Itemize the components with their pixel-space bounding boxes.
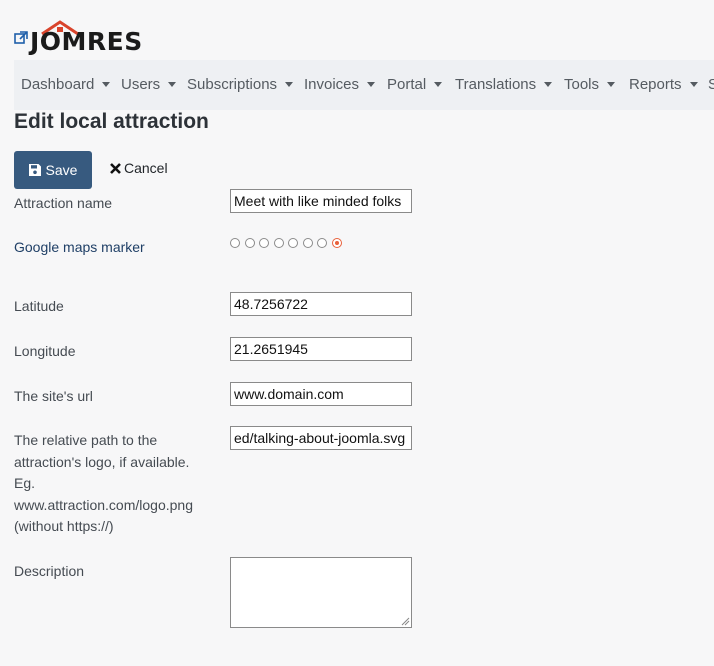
cancel-button-label: Cancel [124, 160, 168, 176]
latitude-input[interactable]: 48.7256722 [230, 292, 412, 316]
cancel-button[interactable]: Cancel [110, 160, 168, 176]
marker-radio-6[interactable] [302, 238, 313, 248]
page-title: Edit local attraction [14, 110, 209, 133]
nav-item-dashboard[interactable]: Dashboard [21, 76, 111, 94]
marker-radio-7[interactable] [317, 238, 327, 248]
caret-down-icon [285, 82, 294, 87]
caret-down-icon [102, 82, 111, 87]
google-maps-marker-label[interactable]: Google maps marker [14, 237, 214, 259]
brand-header: JOMRES [14, 20, 184, 56]
resize-handle-icon[interactable] [400, 616, 410, 626]
nav-item-invoices[interactable]: Invoices [304, 76, 376, 94]
marker-radio-4[interactable] [273, 238, 284, 248]
nav-item-subscriptions[interactable]: Subscriptions [187, 76, 294, 94]
nav-label: Users [121, 76, 161, 93]
close-icon [110, 162, 121, 174]
save-button[interactable]: Save [14, 151, 92, 189]
main-navbar: Dashboard Users Subscriptions Invoices P… [14, 60, 714, 110]
caret-down-icon [367, 82, 376, 87]
nav-item-tools[interactable]: Tools [564, 76, 616, 94]
marker-radio-2[interactable] [244, 238, 255, 248]
description-label: Description [14, 563, 85, 579]
caret-down-icon [607, 82, 616, 87]
attraction-name-input[interactable]: Meet with like minded folks [230, 189, 412, 213]
map-marker-radio-group [230, 238, 342, 250]
nav-label: S [708, 76, 714, 93]
caret-down-icon [544, 82, 553, 87]
nav-item-users[interactable]: Users [121, 76, 177, 94]
nav-item-overflow[interactable]: S [708, 76, 714, 94]
marker-radio-3[interactable] [259, 238, 269, 248]
marker-radio-8-selected[interactable] [331, 238, 342, 248]
save-button-label: Save [45, 162, 78, 178]
caret-down-icon [168, 82, 177, 87]
logo-text: JOMRES [30, 27, 143, 56]
attraction-name-label: Attraction name [14, 195, 113, 211]
nav-label: Portal [387, 76, 427, 93]
nav-item-portal[interactable]: Portal [387, 76, 443, 94]
nav-item-reports[interactable]: Reports [629, 76, 698, 94]
logo-path-label: The relative path to the attraction's lo… [14, 432, 193, 534]
nav-label: Dashboard [21, 76, 95, 93]
marker-radio-1[interactable] [230, 238, 240, 248]
site-url-input[interactable]: www.domain.com [230, 382, 412, 406]
marker-radio-5[interactable] [288, 238, 298, 248]
logo-path-input[interactable]: ed/talking-about-joomla.svg [230, 426, 412, 450]
nav-label: Invoices [304, 76, 360, 93]
nav-label: Subscriptions [187, 76, 278, 93]
description-textarea[interactable] [230, 557, 412, 628]
external-link-icon[interactable] [14, 31, 28, 45]
longitude-input[interactable]: 21.2651945 [230, 337, 412, 361]
nav-item-translations[interactable]: Translations [455, 76, 553, 94]
nav-label: Reports [629, 76, 682, 93]
nav-label: Tools [564, 76, 600, 93]
caret-down-icon [689, 82, 698, 87]
nav-label: Translations [455, 76, 537, 93]
site-url-label: The site's url [14, 388, 93, 404]
jomres-logo[interactable]: JOMRES [30, 20, 170, 56]
caret-down-icon [434, 82, 443, 87]
longitude-label: Longitude [14, 343, 76, 359]
latitude-label: Latitude [14, 298, 64, 314]
floppy-disk-icon [28, 164, 41, 176]
